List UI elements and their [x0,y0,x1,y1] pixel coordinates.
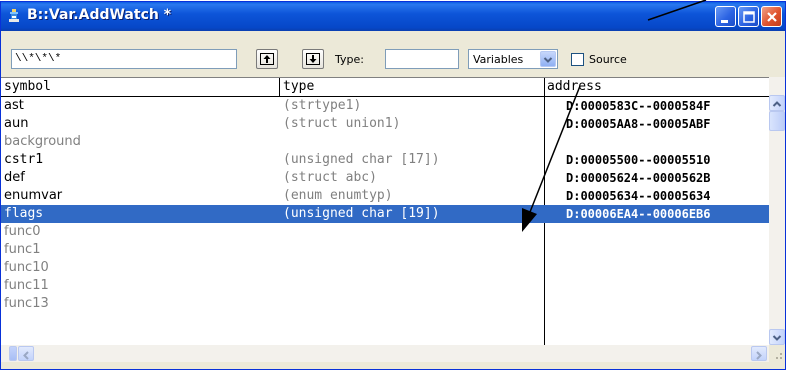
title-bar[interactable]: B::Var.AddWatch * [1,2,785,31]
type-cell: (unsigned char [17]) [283,152,440,167]
address-cell: D:00005634--00005634 [566,189,711,203]
symbol-cell: aun [4,116,29,131]
scroll-down-arrow-icon[interactable] [769,329,785,345]
type-cell: (enum enumtyp) [283,188,393,203]
symbol-cell: background [4,134,81,149]
table-row[interactable]: func13 [1,295,769,313]
table-row[interactable]: aun (struct union1) D:00005AA8--00005ABF [1,115,769,133]
address-cell: D:0000583C--0000584F [566,99,711,113]
scroll-down-icon [306,53,320,65]
address-cell: D:00005624--0000562B [566,171,711,185]
symbol-cell: func0 [4,224,41,239]
table-row[interactable]: background [1,133,769,151]
minimize-icon [721,20,728,23]
scroll-down-button[interactable] [302,49,324,69]
table-row[interactable]: func11 [1,277,769,295]
table-row[interactable]: func1 [1,241,769,259]
type-cell: (strtype1) [283,98,362,113]
symbol-cell: ast [4,98,24,113]
scroll-right-arrow-icon[interactable] [751,346,767,361]
maximize-icon [743,11,755,23]
trace32-app-icon [9,9,19,22]
scroll-up-button[interactable] [256,49,278,69]
maximize-button[interactable] [738,6,759,27]
symbol-cell: cstr1 [4,152,44,167]
column-address[interactable]: address [547,78,602,96]
column-symbol[interactable]: symbol [4,78,51,96]
symbol-cell: func1 [4,242,41,257]
resize-grip-icon[interactable] [769,345,785,362]
source-label: Source [589,53,627,66]
column-divider[interactable] [544,78,545,96]
address-cell: D:00006EA4--00006EB6 [566,207,711,221]
horizontal-scrollbar[interactable] [1,345,769,362]
scroll-up-icon [260,53,274,65]
addwatch-window: B::Var.AddWatch * \\*\*\* Type: Variable… [0,1,786,370]
address-cell: D:00005AA8--00005ABF [566,117,711,131]
type-label: Type: [335,53,364,66]
column-header: symbol type address [1,78,769,97]
symbol-cell: func10 [4,260,49,275]
scroll-thumb-horizontal[interactable] [9,346,17,361]
scroll-left-arrow-icon[interactable] [18,346,34,361]
scope-select[interactable]: Variables [468,49,558,69]
close-icon [767,12,777,22]
close-button[interactable] [761,6,782,27]
column-divider[interactable] [279,78,280,96]
table-row[interactable]: ast (strtype1) D:0000583C--0000584F [1,97,769,115]
symbol-cell: def [4,170,25,185]
symbol-cell: flags [4,206,44,221]
minimize-button[interactable] [715,6,736,27]
scroll-thumb[interactable] [769,111,785,131]
symbol-filter-input[interactable] [11,49,237,69]
table-row[interactable]: func0 [1,223,769,241]
type-input[interactable] [385,49,459,69]
table-row[interactable]: cstr1 (unsigned char [17]) D:00005500--000… [1,151,769,169]
toolbar: Type: Variables Source [1,31,785,77]
type-cell: (unsigned char [19]) [283,206,440,221]
scope-select-value: Variables [473,53,524,66]
table-row[interactable]: flags (unsigned char [19]) D:00006EA4--000… [1,205,769,223]
symbol-cell: func11 [4,278,49,293]
dropdown-arrow-icon[interactable] [540,51,556,67]
table-row[interactable]: def (struct abc) D:00005624--0000562B [1,169,769,187]
window-title: B::Var.AddWatch * [27,7,172,23]
type-cell: (struct union1) [283,116,401,131]
type-cell: (struct abc) [283,170,377,185]
scroll-up-arrow-icon[interactable] [769,95,785,111]
column-type[interactable]: type [283,78,314,96]
symbol-cell: enumvar [4,188,63,203]
symbol-list: symbol type address ast (strtype1) D:00005… [1,77,769,346]
vertical-scrollbar[interactable] [769,77,785,345]
symbol-cell: func13 [4,296,49,311]
table-row[interactable]: func10 [1,259,769,277]
table-row[interactable]: enumvar (enum enumtyp) D:00005634--0000563… [1,187,769,205]
source-checkbox[interactable] [571,53,584,66]
address-cell: D:00005500--00005510 [566,153,711,167]
